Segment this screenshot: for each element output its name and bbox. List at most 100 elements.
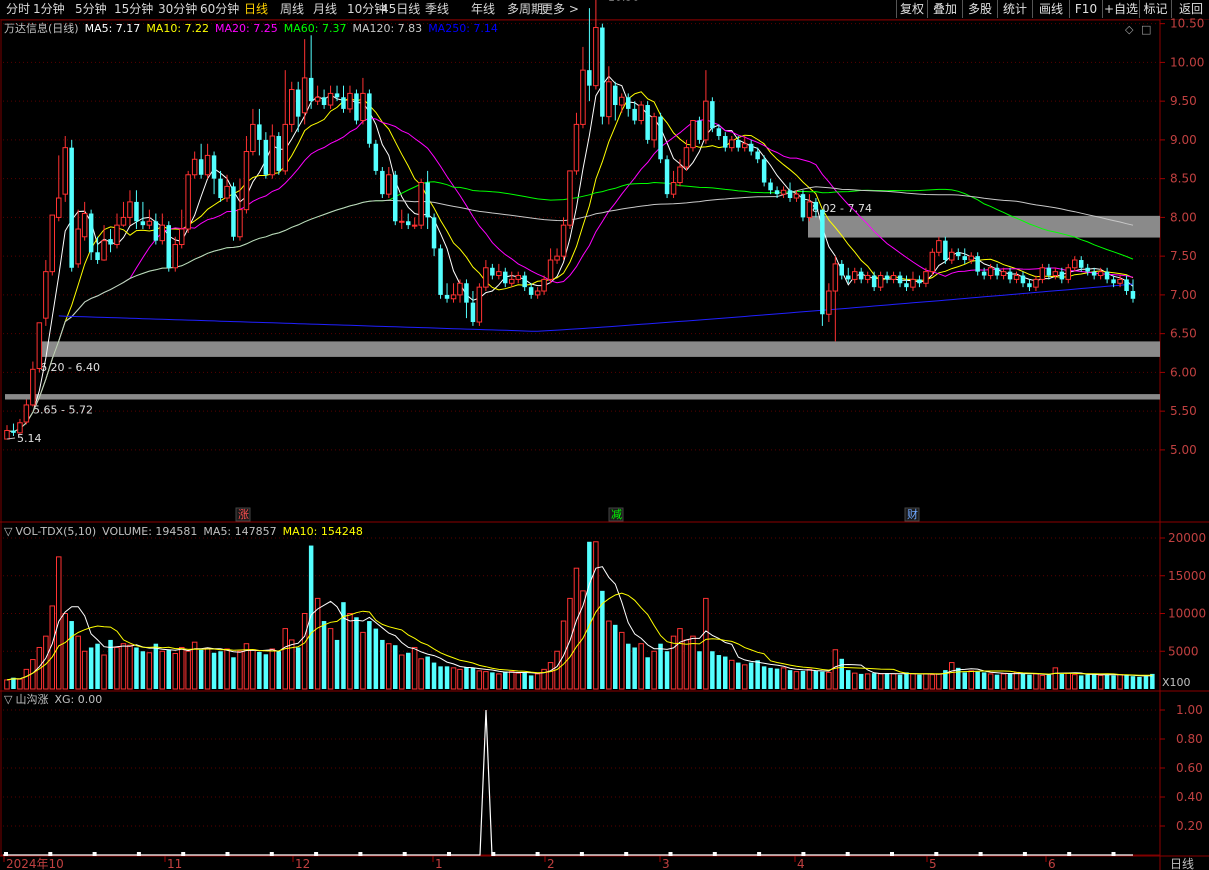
- candle-body: [820, 209, 825, 315]
- volume-bar: [509, 671, 515, 690]
- indicator-tick-label: 1.00: [1176, 703, 1203, 717]
- candle-body: [846, 275, 851, 280]
- candle-body: [438, 248, 443, 295]
- panel-collapse-icon[interactable]: ▽: [4, 525, 12, 538]
- volume-bar: [457, 668, 463, 690]
- price-tick-label: 8.50: [1170, 172, 1197, 186]
- volume-bar: [956, 667, 961, 689]
- candle-body: [140, 221, 146, 226]
- volume-bar: [224, 648, 230, 690]
- indicator-legend: ▽ 山沟涨 XG: 0.00: [4, 693, 108, 706]
- candle-body: [88, 213, 94, 253]
- volume-bar: [282, 628, 288, 690]
- candle-body: [393, 174, 398, 222]
- candle-body: [1007, 271, 1013, 280]
- xg-baseline-dot: [4, 852, 8, 856]
- candle-body: [723, 136, 728, 148]
- volume-bar: [263, 654, 269, 689]
- candle-body: [470, 302, 476, 323]
- candle-body: [560, 224, 567, 257]
- candle-body: [884, 275, 890, 280]
- candle-body: [929, 251, 936, 273]
- candle-body: [600, 27, 605, 117]
- candle-body: [263, 139, 269, 175]
- volume-bar: [1097, 674, 1104, 690]
- volume-bar: [69, 621, 74, 689]
- xg-baseline-dot: [801, 852, 806, 856]
- candle-body: [780, 189, 787, 195]
- volume-bar: [923, 673, 929, 690]
- volume-bar: [425, 656, 430, 689]
- candle-body: [354, 93, 359, 121]
- volume-bar: [806, 668, 813, 690]
- panel-collapse-icon[interactable]: ▽: [4, 693, 12, 706]
- candle-body: [1027, 283, 1032, 288]
- candle-body: [683, 147, 690, 168]
- legend-item: MA20: 7.25: [215, 22, 278, 35]
- month-label: 5: [929, 857, 937, 870]
- candle-body: [651, 116, 657, 141]
- volume-bar: [75, 635, 81, 690]
- volume-bar: [968, 670, 974, 690]
- candle-body: [1033, 278, 1039, 288]
- candle-body: [917, 279, 922, 284]
- candle-body: [1046, 267, 1052, 276]
- candle-body: [528, 287, 534, 295]
- volume-bar: [347, 613, 353, 690]
- volume-bar: [826, 671, 832, 690]
- volume-bar: [166, 649, 171, 689]
- volume-bar: [1020, 673, 1026, 689]
- xg-baseline-dot: [225, 852, 230, 856]
- volume-bar: [464, 667, 469, 689]
- candle-body: [224, 185, 230, 199]
- volume-bar: [146, 652, 153, 690]
- volume-bar: [1052, 667, 1059, 690]
- candle-body: [864, 275, 871, 280]
- candle-body: [295, 89, 301, 117]
- volume-bar: [503, 671, 508, 689]
- candle-body: [677, 166, 683, 184]
- candle-body: [380, 170, 385, 195]
- volume-bar: [852, 672, 858, 690]
- support-zone: [5, 394, 1160, 400]
- volume-bar: [710, 651, 715, 689]
- volume-bar: [450, 667, 457, 690]
- box-icon: □: [1141, 23, 1151, 36]
- volume-bar: [496, 673, 502, 690]
- volume-bar: [101, 654, 107, 690]
- volume-bar: [301, 613, 308, 690]
- candle-body: [289, 89, 295, 125]
- indicator-tick-label: 0.40: [1176, 790, 1203, 804]
- candle-body: [411, 224, 418, 227]
- volume-bar: [748, 662, 754, 689]
- volume-bar: [159, 650, 165, 690]
- xg-baseline-dot: [890, 852, 894, 856]
- zone-label: 5.65 - 5.72: [33, 404, 93, 417]
- volume-bar: [380, 639, 385, 689]
- candle-body: [813, 201, 819, 210]
- candle-body: [832, 263, 839, 292]
- candle-body: [243, 151, 250, 211]
- event-marker: 财: [907, 507, 918, 521]
- candle-body: [774, 190, 780, 195]
- volume-bar: [1065, 672, 1071, 690]
- candle-body: [95, 252, 100, 261]
- month-label: 11: [167, 857, 182, 870]
- candle-body: [1039, 267, 1046, 280]
- volume-bar: [23, 668, 30, 690]
- candle-body: [1000, 271, 1007, 277]
- legend-item: MA5: 147857: [203, 525, 277, 538]
- high-label: 10.90: [608, 0, 640, 4]
- volume-bar: [573, 567, 580, 690]
- candle-body: [211, 155, 217, 179]
- candle-body: [198, 159, 204, 175]
- candle-body: [897, 275, 903, 284]
- volume-bar: [321, 621, 327, 689]
- candle-body: [962, 256, 967, 261]
- volume-bar: [800, 670, 806, 689]
- candle-body: [49, 214, 55, 273]
- candle-body: [1072, 259, 1078, 269]
- volume-ma10-line: [6, 592, 1153, 681]
- volume-bar: [4, 679, 10, 690]
- candle-body: [418, 182, 424, 226]
